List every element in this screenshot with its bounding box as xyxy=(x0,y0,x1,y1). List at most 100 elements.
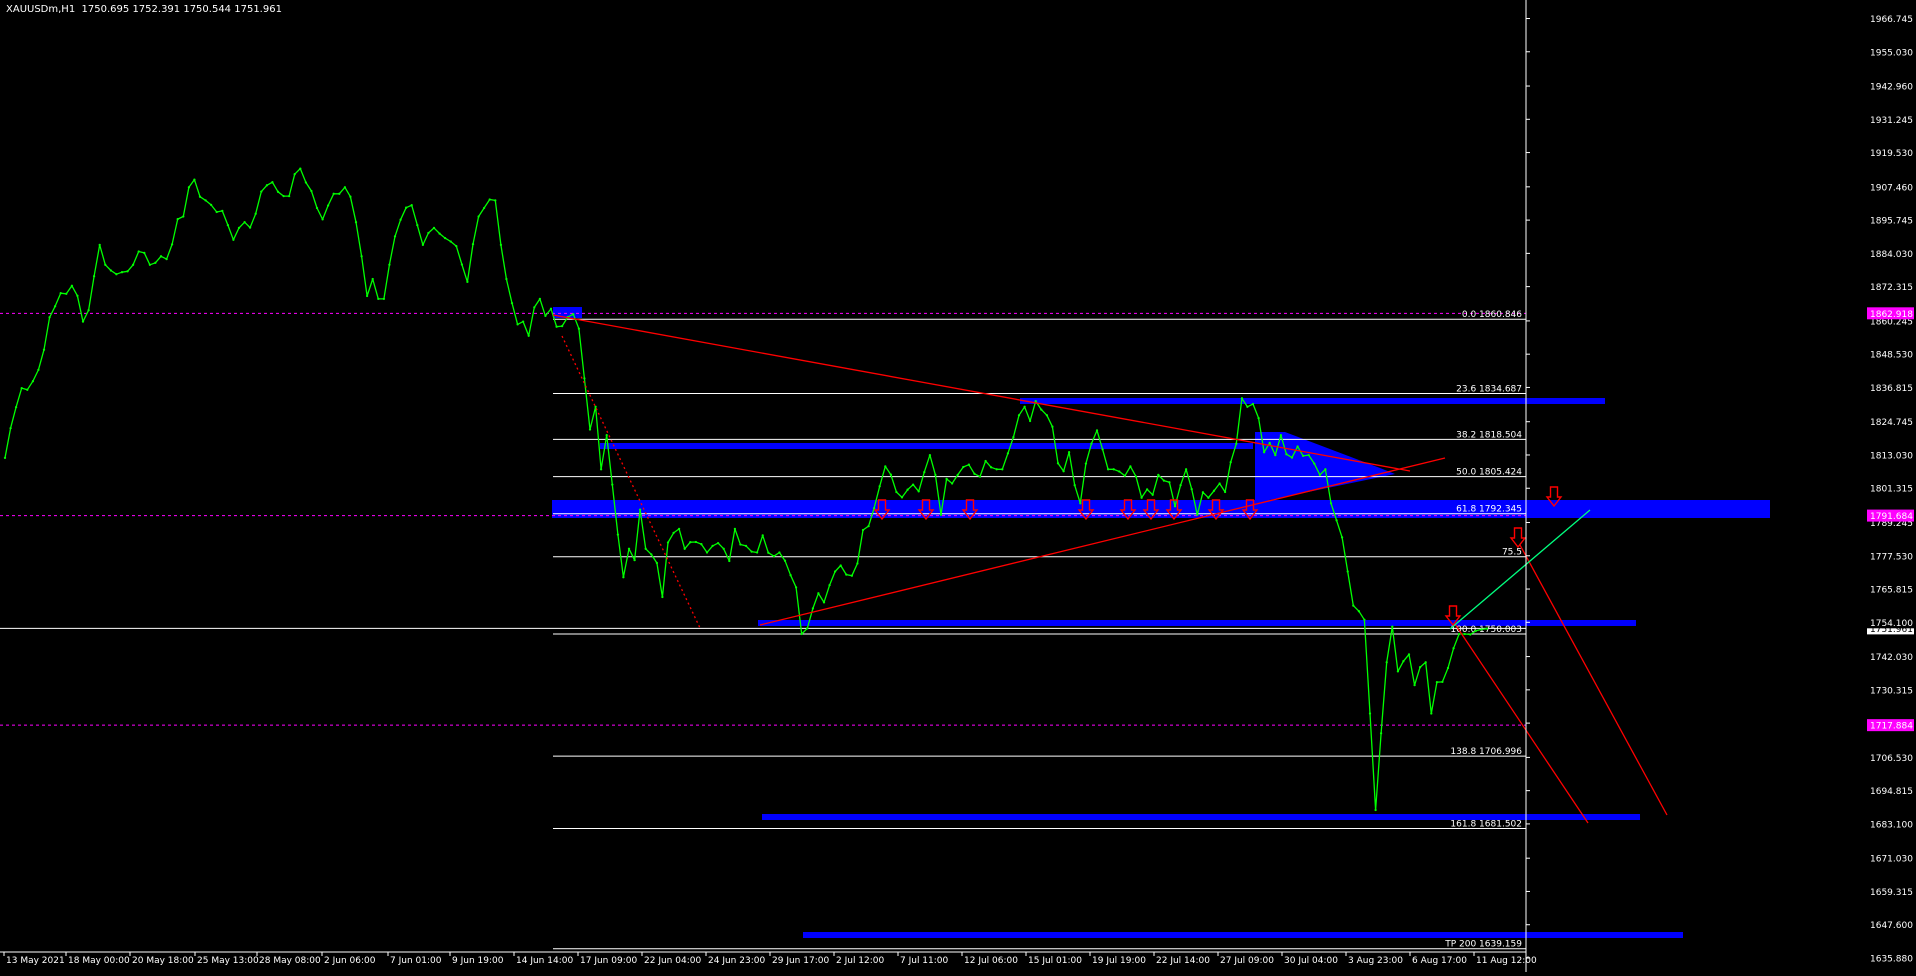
price-point xyxy=(248,226,252,229)
trading-chart[interactable]: 0.0 1860.846 23.6 1834.687 38.2 1818.504 50… xyxy=(0,0,1916,972)
price-point xyxy=(299,167,302,170)
price-point xyxy=(176,217,179,221)
price-point xyxy=(1346,570,1349,573)
price-point xyxy=(1430,712,1433,715)
price-point xyxy=(644,547,647,550)
price-point xyxy=(605,434,608,437)
x-tick-label: 9 Jun 19:00 xyxy=(452,956,504,966)
y-tick-label: 1635.880 xyxy=(1870,955,1913,965)
price-point xyxy=(1229,461,1232,464)
fib-label: 23.6 1834.687 xyxy=(1456,384,1522,394)
y-tick-label: 1824.745 xyxy=(1870,418,1913,428)
price-point xyxy=(304,181,308,184)
price-point xyxy=(455,244,458,248)
price-point xyxy=(767,551,770,554)
price-point xyxy=(1457,632,1461,636)
price-point xyxy=(1379,732,1383,735)
price-point xyxy=(872,507,876,510)
price-point xyxy=(360,255,363,258)
price-point xyxy=(928,453,932,457)
price-point xyxy=(449,240,452,243)
price-point xyxy=(1424,661,1427,664)
price-point xyxy=(1441,680,1444,684)
price-point xyxy=(3,456,7,460)
x-tick-label: 12 Jul 06:00 xyxy=(964,956,1018,966)
price-point xyxy=(633,558,636,562)
price-point xyxy=(1101,448,1104,451)
price-point xyxy=(399,218,402,221)
price-point xyxy=(1262,451,1266,454)
price-point xyxy=(722,547,725,550)
price-point xyxy=(137,250,140,253)
price-point xyxy=(689,541,692,544)
price-point xyxy=(460,263,464,266)
price-point xyxy=(260,190,263,193)
price-point xyxy=(388,263,391,266)
price-point xyxy=(1407,653,1411,656)
price-badge-text: 1717.884 xyxy=(1870,722,1913,732)
price-point xyxy=(1385,661,1388,664)
y-tick-label: 1907.460 xyxy=(1870,183,1913,193)
price-point xyxy=(1190,487,1193,491)
price-point xyxy=(354,221,358,224)
price-point xyxy=(828,583,831,587)
price-point xyxy=(154,261,157,264)
price-point xyxy=(638,508,642,511)
price-point xyxy=(1246,405,1249,408)
price-point xyxy=(984,459,987,463)
price-point xyxy=(1268,441,1271,445)
price-point xyxy=(839,564,842,567)
zone-tp-200 xyxy=(803,932,1683,938)
price-point xyxy=(1090,442,1093,445)
price-point xyxy=(37,368,40,372)
x-tick-label: 3 Aug 23:00 xyxy=(1348,956,1403,966)
x-tick-label: 7 Jul 11:00 xyxy=(900,956,949,966)
y-tick-label: 1966.745 xyxy=(1870,15,1913,25)
price-point xyxy=(499,243,503,247)
price-point xyxy=(778,551,781,554)
price-point xyxy=(1201,491,1205,494)
price-point xyxy=(1313,462,1316,465)
price-point xyxy=(321,218,324,221)
price-point xyxy=(661,595,664,599)
y-tick-label: 1694.815 xyxy=(1870,787,1913,797)
price-point xyxy=(1034,399,1037,403)
price-point xyxy=(276,190,280,193)
price-point xyxy=(750,550,753,553)
price-point xyxy=(1173,505,1177,508)
price-point xyxy=(683,547,686,550)
price-point xyxy=(761,534,764,537)
x-tick-label: 11 Aug 12:00 xyxy=(1476,956,1537,966)
price-point xyxy=(237,226,241,230)
x-tick-label: 28 May 08:00 xyxy=(259,956,321,966)
price-point xyxy=(421,243,425,247)
price-point xyxy=(583,377,586,380)
price-point xyxy=(1469,633,1472,636)
price-point xyxy=(343,186,347,189)
fib-label: 75.5 xyxy=(1502,548,1522,558)
price-point xyxy=(655,561,659,565)
price-point xyxy=(365,294,369,298)
price-point xyxy=(755,551,759,554)
price-point xyxy=(1028,419,1032,423)
price-point xyxy=(867,524,870,528)
price-point xyxy=(505,277,508,281)
price-point xyxy=(806,627,809,630)
y-tick-label: 1671.030 xyxy=(1870,855,1913,865)
price-point xyxy=(371,277,374,281)
price-point xyxy=(889,473,893,476)
price-point xyxy=(1212,489,1216,492)
y-tick-label: 1730.315 xyxy=(1870,686,1913,696)
price-point xyxy=(1446,666,1450,670)
price-point xyxy=(1056,462,1060,465)
price-point xyxy=(577,327,581,330)
price-point xyxy=(1391,625,1394,628)
price-point xyxy=(555,325,558,328)
price-point xyxy=(817,592,820,595)
price-point xyxy=(1040,408,1043,411)
price-point xyxy=(599,468,603,471)
chart-canvas[interactable]: 0.0 1860.846 23.6 1834.687 38.2 1818.504 50… xyxy=(0,0,1916,972)
price-point xyxy=(995,468,998,471)
price-point xyxy=(967,463,971,466)
y-tick-label: 1895.745 xyxy=(1870,217,1913,227)
